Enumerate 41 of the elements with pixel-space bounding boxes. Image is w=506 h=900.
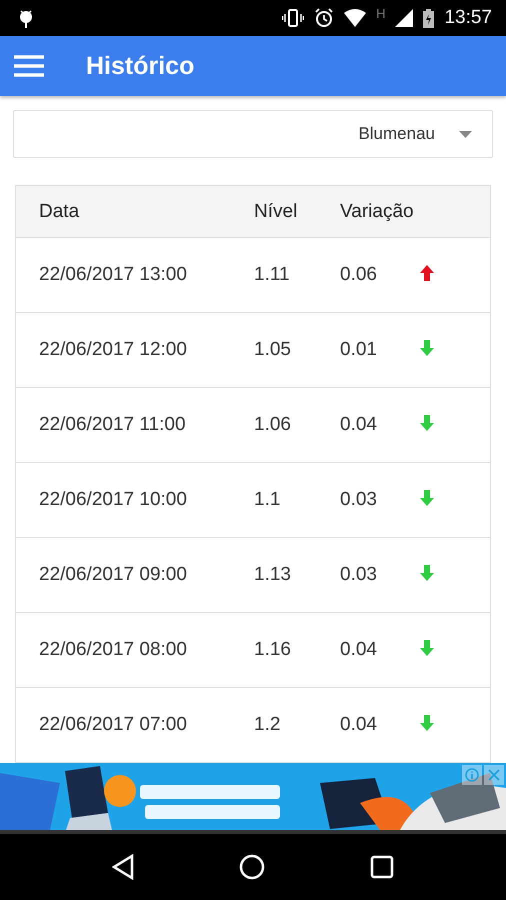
column-header: Data <box>39 200 80 222</box>
variation-cell-text: 0.04 <box>340 639 378 661</box>
city-dropdown[interactable]: Blumenau <box>13 110 493 158</box>
variation-cell-text: 0.03 <box>340 564 378 586</box>
variation-cell-text: 0.04 <box>340 414 378 436</box>
vibrate-icon <box>282 9 304 27</box>
clock-time: 13:57 <box>444 7 492 29</box>
screen-title: Histórico <box>86 52 194 80</box>
column-header: Nível <box>254 200 298 222</box>
level-cell-text: 1.1 <box>254 489 282 511</box>
caret-icon <box>459 130 472 138</box>
android-icon <box>18 8 34 28</box>
level-cell-text: 1.11 <box>254 264 291 286</box>
home-button[interactable] <box>238 854 265 880</box>
menu-button[interactable] <box>14 54 44 78</box>
date-cell-text: 22/06/2017 11:00 <box>39 414 187 436</box>
date-cell-text: 22/06/2017 12:00 <box>39 339 188 361</box>
network-type: H <box>376 6 386 21</box>
date-cell-text: 22/06/2017 13:00 <box>39 264 188 286</box>
variation-cell-text: 0.06 <box>340 264 378 286</box>
date-cell-text: 22/06/2017 10:00 <box>39 489 188 511</box>
level-cell-text: 1.16 <box>254 639 292 661</box>
date-cell-text: 22/06/2017 07:00 <box>39 714 188 736</box>
battery-icon <box>423 8 434 28</box>
level-cell-text: 1.2 <box>254 714 282 736</box>
variation-cell-text: 0.03 <box>340 489 378 511</box>
recents-button[interactable] <box>370 855 394 879</box>
signal-icon <box>395 9 414 27</box>
wifi-icon <box>344 9 366 27</box>
alarm-clock-icon <box>314 8 334 28</box>
close-icon <box>488 769 500 781</box>
level-cell-text: 1.06 <box>254 414 292 436</box>
level-cell-text: 1.13 <box>254 564 292 586</box>
date-cell-text: 22/06/2017 08:00 <box>39 639 188 661</box>
variation-cell-text: 0.01 <box>340 339 378 361</box>
back-button[interactable] <box>112 854 134 880</box>
variation-cell-text: 0.04 <box>340 714 378 736</box>
column-header: Variação <box>340 200 415 222</box>
selected-city: Blumenau <box>358 124 435 144</box>
date-cell-text: 22/06/2017 09:00 <box>39 564 188 586</box>
level-cell-text: 1.05 <box>254 339 292 361</box>
